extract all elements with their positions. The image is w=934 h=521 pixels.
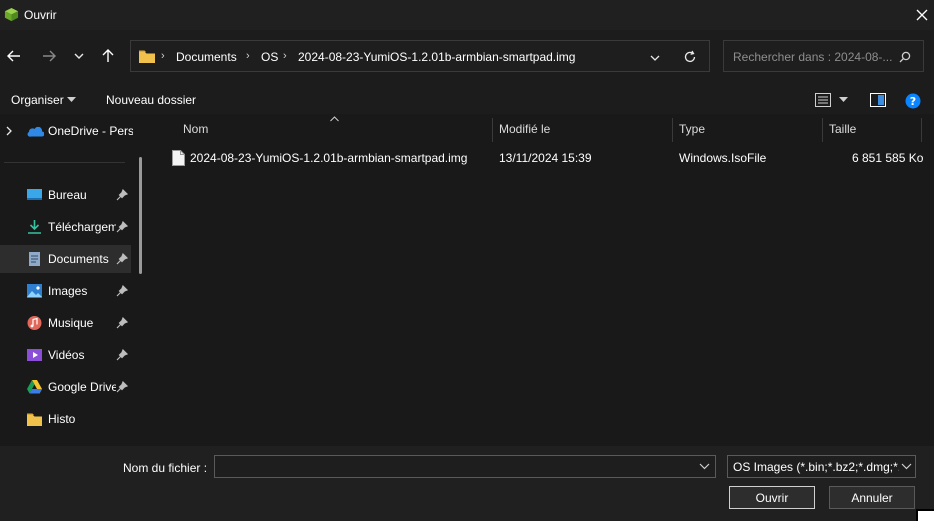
pin-icon — [116, 381, 128, 393]
sort-ascending-icon — [330, 116, 339, 122]
column-header-name[interactable]: Nom — [183, 122, 208, 136]
breadcrumb-chevron-icon: › — [246, 50, 250, 62]
open-button[interactable]: Ouvrir — [729, 486, 815, 509]
search-input[interactable]: Rechercher dans : 2024-08-... — [723, 40, 924, 72]
view-options-icon[interactable] — [815, 93, 831, 107]
resize-grip[interactable] — [916, 509, 934, 521]
pin-icon — [116, 253, 128, 265]
file-name: 2024-08-23-YumiOS-1.2.01b-armbian-smartp… — [190, 151, 468, 165]
sidebar-divider — [4, 162, 125, 163]
onedrive-icon — [27, 126, 44, 137]
sidebar-item-label: Vidéos — [48, 348, 85, 362]
sidebar-item-bureau[interactable]: Bureau — [0, 181, 131, 209]
breadcrumb-os[interactable]: OS — [261, 50, 278, 64]
file-type-filter-value: OS Images (*.bin;*.bz2;*.dmg;*. — [733, 460, 899, 474]
sidebar-item-videos[interactable]: Vidéos — [0, 341, 131, 369]
pin-icon — [116, 349, 128, 361]
refresh-icon[interactable] — [683, 50, 697, 64]
file-list: Nom Modifié le Type Taille 2024-08-23-Yu… — [152, 114, 934, 446]
file-type: Windows.IsoFile — [679, 151, 767, 165]
sidebar-item-images[interactable]: Images — [0, 277, 131, 305]
sidebar-item-label: Google Drive — [48, 380, 116, 394]
sidebar-item-label: Bureau — [48, 188, 87, 202]
file-icon — [172, 150, 185, 166]
videos-icon — [27, 349, 42, 361]
breadcrumb-current-file[interactable]: 2024-08-23-YumiOS-1.2.01b-armbian-smartp… — [298, 50, 575, 64]
file-modified: 13/11/2024 15:39 — [499, 151, 592, 165]
column-divider[interactable] — [921, 118, 922, 142]
recent-locations-chevron-icon[interactable] — [68, 45, 90, 67]
command-bar: Organiser Nouveau dossier ? — [0, 86, 934, 114]
file-size: 6 851 585 Ko — [852, 151, 924, 165]
organize-dropdown-icon[interactable] — [67, 97, 76, 103]
dialog-footer: Nom du fichier : OS Images (*.bin;*.bz2;… — [0, 446, 934, 521]
sidebar-item-label: Histo — [48, 412, 76, 426]
expand-chevron-icon[interactable] — [6, 126, 13, 136]
desktop-icon — [27, 189, 42, 200]
window-title: Ouvrir — [24, 8, 57, 22]
sidebar-item-documents[interactable]: Documents — [0, 245, 131, 273]
navigation-pane: OneDrive - Perso Bureau Téléchargements … — [0, 114, 145, 446]
column-header-modified[interactable]: Modifié le — [499, 122, 550, 136]
new-folder-button[interactable]: Nouveau dossier — [106, 93, 196, 107]
breadcrumb-chevron-icon: › — [161, 50, 165, 62]
organize-menu[interactable]: Organiser — [11, 93, 64, 107]
music-icon — [27, 316, 42, 330]
pin-icon — [116, 189, 128, 201]
up-arrow-icon[interactable] — [97, 45, 119, 67]
app-cube-icon — [4, 7, 19, 22]
column-header-size[interactable]: Taille — [829, 122, 856, 136]
help-icon[interactable]: ? — [905, 93, 921, 109]
sidebar-item-onedrive[interactable]: OneDrive - Perso — [0, 117, 133, 145]
address-bar[interactable]: › Documents › OS › 2024-08-23-YumiOS-1.2… — [130, 40, 710, 72]
search-icon — [899, 51, 911, 63]
address-history-chevron-icon[interactable] — [649, 53, 661, 63]
column-divider[interactable] — [492, 118, 493, 142]
sidebar-item-histo[interactable]: Histo — [0, 405, 131, 433]
sidebar-item-label: Musique — [48, 316, 94, 330]
filename-input[interactable] — [214, 455, 716, 478]
pictures-icon — [27, 284, 42, 298]
sidebar-item-label: OneDrive - Perso — [48, 124, 133, 138]
folder-icon — [139, 50, 155, 63]
folder-icon — [27, 413, 42, 426]
column-divider[interactable] — [822, 118, 823, 142]
breadcrumb-documents[interactable]: Documents — [176, 50, 237, 64]
table-row[interactable]: 2024-08-23-YumiOS-1.2.01b-armbian-smartp… — [164, 144, 929, 172]
sidebar-item-musique[interactable]: Musique — [0, 309, 131, 337]
back-arrow-icon[interactable] — [3, 45, 25, 67]
google-drive-icon — [27, 380, 42, 394]
title-bar: Ouvrir — [0, 0, 934, 30]
sidebar-scrollbar[interactable] — [139, 157, 142, 274]
filename-label: Nom du fichier : — [123, 461, 208, 475]
sidebar-item-label: Documents — [48, 252, 109, 266]
pin-icon — [116, 221, 128, 233]
preview-pane-icon[interactable] — [870, 93, 886, 107]
column-header-type[interactable]: Type — [679, 122, 705, 136]
pin-icon — [116, 317, 128, 329]
column-divider[interactable] — [672, 118, 673, 142]
file-type-filter-select[interactable]: OS Images (*.bin;*.bz2;*.dmg;*. — [727, 455, 916, 478]
filter-dropdown-chevron-icon[interactable] — [901, 463, 912, 470]
breadcrumb-chevron-icon: › — [283, 50, 287, 62]
pin-icon — [116, 285, 128, 297]
download-icon — [28, 220, 41, 234]
view-dropdown-icon[interactable] — [839, 97, 848, 103]
sidebar-item-label: Téléchargements — [48, 220, 116, 234]
documents-icon — [29, 252, 40, 266]
sidebar-item-google-drive[interactable]: Google Drive — [0, 373, 131, 401]
filename-dropdown-chevron-icon[interactable] — [699, 463, 710, 470]
sidebar-item-telechargements[interactable]: Téléchargements — [0, 213, 131, 241]
forward-arrow-icon[interactable] — [38, 45, 60, 67]
close-icon[interactable] — [912, 5, 932, 25]
search-placeholder: Rechercher dans : 2024-08-... — [733, 50, 893, 64]
svg-text:?: ? — [910, 95, 916, 108]
cancel-button[interactable]: Annuler — [829, 486, 915, 509]
sidebar-item-label: Images — [48, 284, 88, 298]
